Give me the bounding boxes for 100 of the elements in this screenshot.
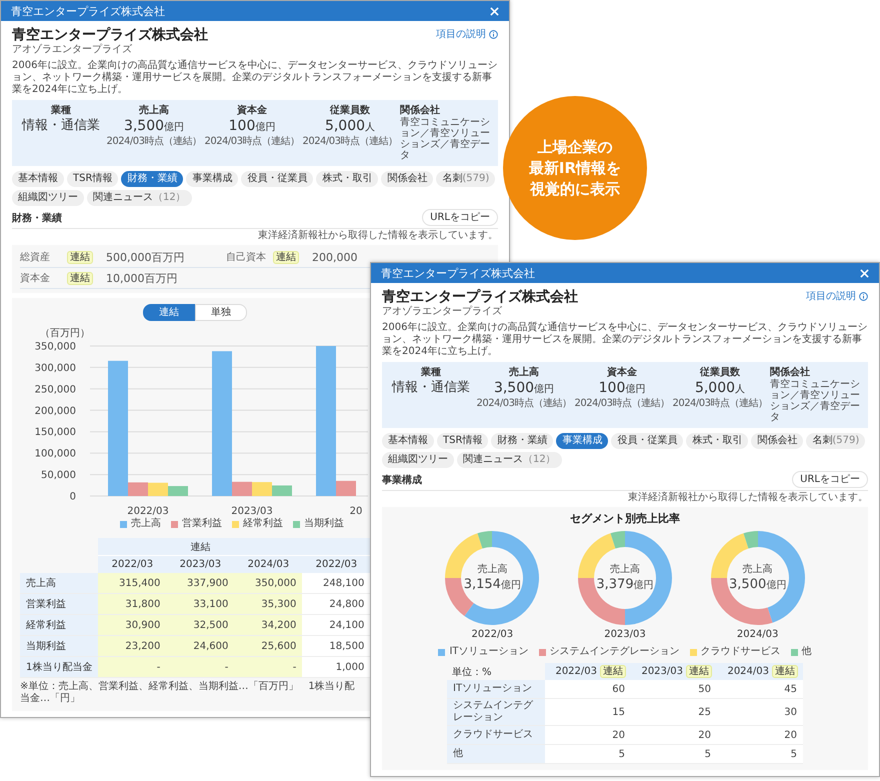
chart-bar [148, 482, 168, 496]
tab[interactable]: TSR情報 [67, 171, 118, 187]
tab[interactable]: 財務・業績 [121, 171, 184, 187]
summary-value: 青空コミュニケーション／青空ソリューションズ／青空データ [770, 379, 861, 423]
copy-url-button[interactable]: URLをコピー [422, 209, 498, 226]
tab[interactable]: 名刺(579) [806, 433, 866, 449]
legend-swatch [232, 520, 239, 528]
legend-label: システムインテグレーション [550, 646, 680, 658]
column-header: 2022/03 [98, 556, 166, 573]
tab[interactable]: 基本情報 [12, 171, 64, 187]
axis-tick-label: 300,000 [34, 362, 76, 374]
legend-swatch [171, 520, 178, 528]
tab[interactable]: 財務・業績 [491, 433, 554, 449]
tab[interactable]: 名刺(579) [436, 171, 496, 187]
summary-value: 情報・通信業 [392, 379, 470, 397]
summary-note: 2024/03時点（連結） [574, 398, 670, 410]
summary-label: 業種 [51, 105, 71, 117]
tab[interactable]: 役員・従業員 [611, 433, 684, 449]
summary-note: 2024/03時点（連結） [204, 136, 300, 148]
table-cell: 20 [631, 726, 717, 744]
consolidated-badge: 連結 [600, 665, 626, 678]
chart-year-label: 2023/03 [604, 629, 646, 641]
table-cell: 315,400 [98, 573, 166, 594]
tab[interactable]: 事業構成 [556, 433, 608, 449]
consolidated-badge: 連結 [273, 250, 299, 264]
center-value: 3,500億円 [729, 576, 786, 592]
section-title: 事業構成 [382, 474, 422, 486]
close-icon[interactable] [490, 6, 499, 16]
table-cell: 50 [631, 680, 717, 698]
column-header: 2023/03 [641, 666, 683, 677]
axis-category-label: 2022/03 [127, 506, 169, 517]
table-cell: 20 [545, 726, 631, 744]
company-name: 青空エンタープライズ株式会社 [382, 289, 578, 306]
consolidated-badge: 連結 [67, 272, 93, 284]
axis-tick-label: 350,000 [34, 342, 76, 352]
table-cell: 5 [717, 744, 803, 764]
tab[interactable]: TSR情報 [437, 433, 488, 449]
window-title: 青空エンタープライズ株式会社 [381, 266, 535, 280]
summary-label: 業種 [421, 367, 441, 379]
tab[interactable]: 基本情報 [382, 433, 434, 449]
chart-year-label: 2022/03 [472, 629, 514, 641]
help-link[interactable]: 項目の説明 [806, 291, 856, 302]
legend-swatch [120, 520, 127, 528]
column-header: 2022/03 [555, 666, 597, 677]
row-label: 1株当り配当金 [20, 656, 98, 678]
toggle-option[interactable]: 単独 [195, 304, 247, 321]
summary-label: 売上高 [509, 367, 539, 379]
copy-url-button[interactable]: URLをコピー [792, 471, 868, 488]
field-label: 自己資本 [226, 250, 267, 264]
tab[interactable]: 関連ニュース（12） [457, 452, 562, 468]
row-label: 営業利益 [20, 594, 98, 614]
tab[interactable]: 株式・取引 [316, 171, 378, 187]
center-value: 3,154億円 [464, 576, 521, 592]
column-header: 2023/03 [166, 556, 234, 573]
tab[interactable]: 関連ニュース（12） [87, 190, 192, 206]
tab[interactable]: 株式・取引 [686, 433, 748, 449]
tab[interactable]: 役員・従業員 [241, 171, 314, 187]
help-link[interactable]: 項目の説明 [436, 29, 486, 40]
legend-label: 売上高 [131, 518, 161, 530]
chart-title: セグメント別売上比率 [569, 511, 681, 526]
table-cell: 45 [717, 680, 803, 698]
consolidated-badge: 連結 [686, 665, 712, 678]
tab[interactable]: 事業構成 [186, 171, 238, 187]
promo-text: 最新IR情報を [528, 159, 622, 177]
center-label: 売上高 [742, 564, 773, 574]
table-cell: 350,000 [234, 573, 302, 594]
company-description: 2006年に設立。企業向けの高品質な通信サービスを中心に、データセンターサービス、クラウドソリューション、ネットワーク構築・運用サービスを展開。企業のデジタルトランスフォーメーションを支援する新事業を2024年に立ち上げ。 [382, 322, 868, 358]
center-label: 売上高 [477, 564, 508, 574]
row-label: 他 [447, 744, 545, 764]
source-note: 東洋経済新報社から取得した情報を表示しています。 [257, 230, 498, 242]
table-cell: 24,100 [302, 614, 370, 636]
axis-unit-label: （百万円） [40, 328, 90, 340]
consolidated-badge: 連結 [67, 250, 93, 264]
summary-value: 5,000人 [324, 117, 376, 136]
unit-label: 単位：% [447, 663, 545, 680]
field-value: 10,000百万円 [106, 270, 178, 286]
center-value: 3,379億円 [596, 576, 654, 592]
toggle-option[interactable]: 連結 [143, 304, 195, 321]
axis-category-label: 2023/03 [231, 506, 273, 517]
chart-bar [168, 486, 188, 496]
tab[interactable]: 関係会社 [751, 433, 804, 449]
row-label: 売上高 [20, 573, 98, 594]
legend-label: 当期利益 [304, 518, 344, 530]
table-cell: 31,800 [98, 594, 166, 614]
company-name: 青空エンタープライズ株式会社 [12, 27, 208, 44]
tab[interactable]: 関係会社 [381, 171, 434, 187]
table-cell: - [166, 656, 234, 678]
axis-tick-label: 0 [70, 492, 76, 502]
table-cell: 18,500 [302, 636, 370, 656]
table-cell: 5 [631, 744, 717, 764]
summary-label: 従業員数 [700, 367, 740, 379]
close-icon[interactable] [860, 268, 869, 278]
column-header: 2022/03 [302, 556, 370, 573]
tab[interactable]: 組織図ツリー [12, 190, 84, 206]
tab[interactable]: 組織図ツリー [382, 452, 454, 468]
table-cell: 23,200 [98, 636, 166, 656]
column-header: 2024/03 [234, 556, 302, 573]
table-cell: - [98, 656, 166, 678]
footnote: ※単位：売上高、営業利益、経常利益、当期利益…「百万円」 1株当り配当金…「円」 [20, 681, 356, 705]
source-note: 東洋経済新報社から取得した情報を表示しています。 [627, 492, 868, 504]
